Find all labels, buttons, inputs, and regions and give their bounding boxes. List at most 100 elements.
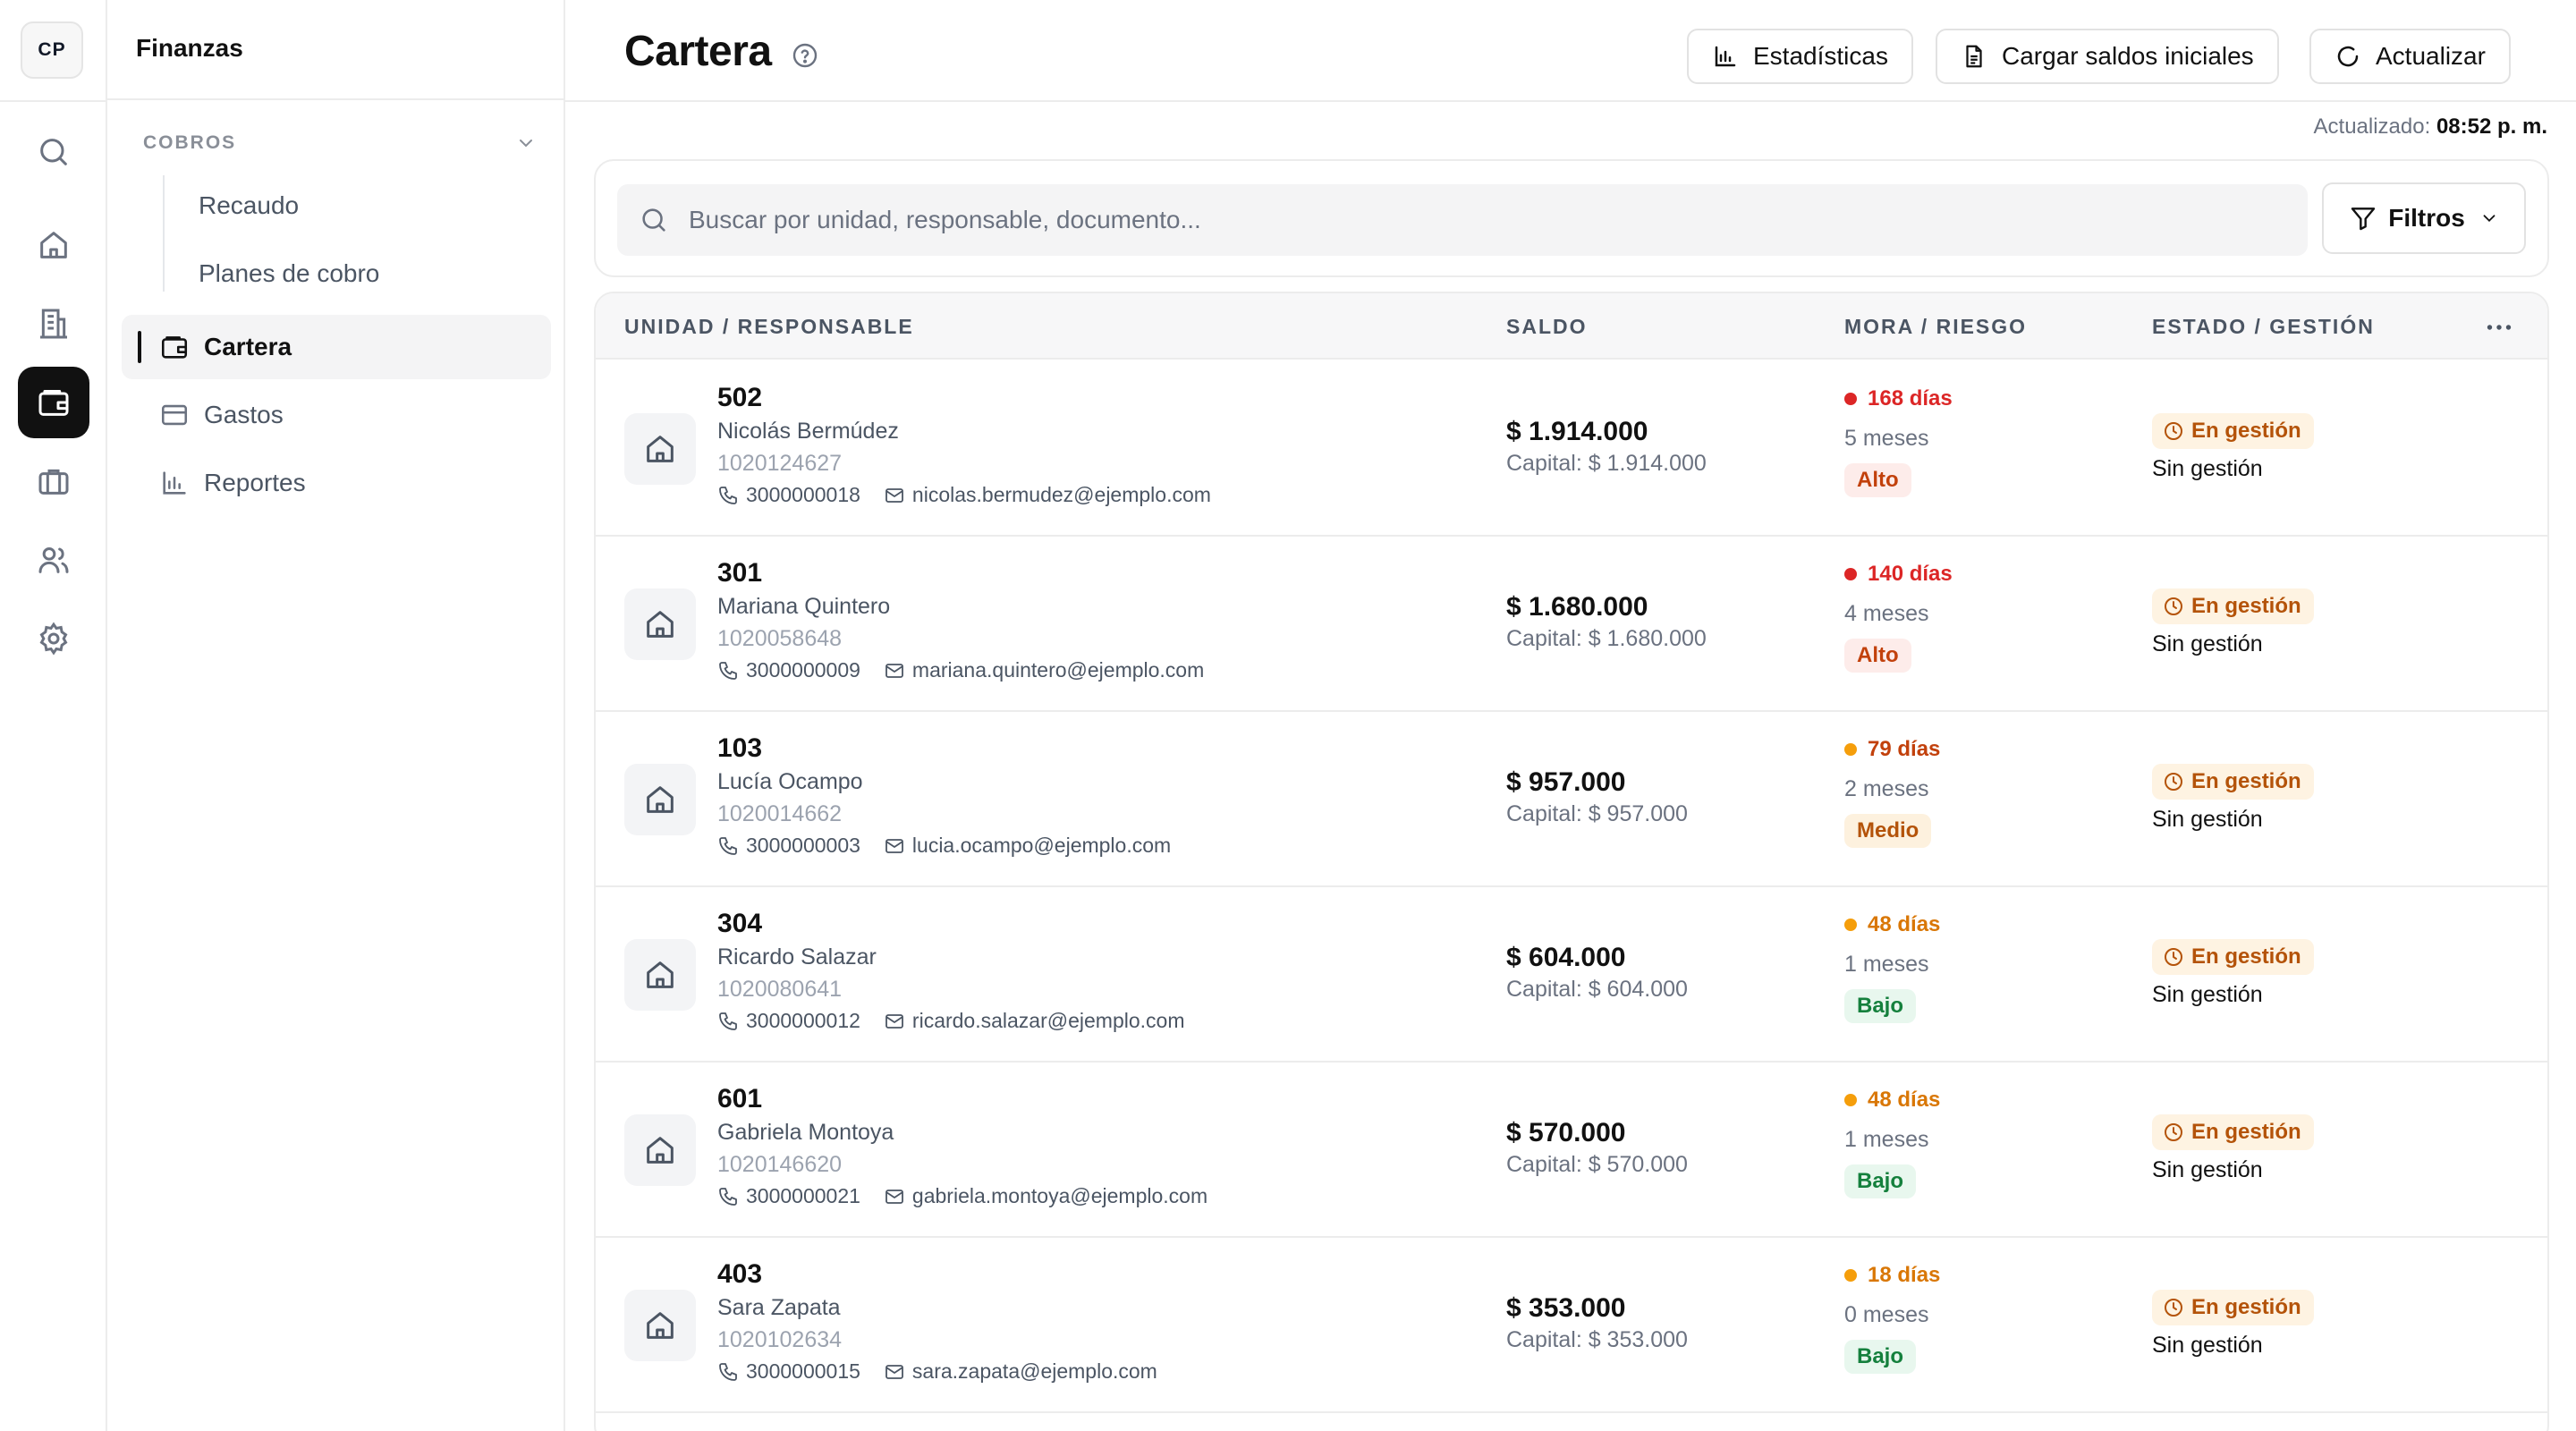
risk-dot bbox=[1844, 919, 1857, 931]
mail-icon bbox=[886, 1364, 903, 1379]
email-address[interactable]: sara.zapata@ejemplo.com bbox=[912, 1359, 1157, 1384]
table-row[interactable]: 403 Sara Zapata 1020102634 3000000015 sa… bbox=[596, 1238, 2547, 1413]
unit-avatar bbox=[624, 588, 696, 660]
search-input[interactable] bbox=[689, 206, 2209, 234]
days-overdue-text: 48 días bbox=[1868, 1088, 1941, 1112]
months-overdue: 1 meses bbox=[1844, 952, 1929, 977]
phone-number[interactable]: 3000000012 bbox=[746, 1009, 860, 1033]
submenu-item-label: Reportes bbox=[204, 469, 306, 496]
risk-dot bbox=[1844, 743, 1857, 756]
submenu-item-recaudo[interactable]: Recaudo bbox=[199, 191, 299, 220]
column-estado[interactable]: ESTADO / GESTIÓN bbox=[2152, 315, 2375, 339]
management-text: Sin gestión bbox=[2152, 982, 2263, 1007]
phone-number[interactable]: 3000000003 bbox=[746, 834, 860, 858]
wallet-icon bbox=[38, 390, 69, 416]
contact-info: 3000000003 lucia.ocampo@ejemplo.com bbox=[717, 834, 1171, 858]
submenu-item-planes-de-cobro[interactable]: Planes de cobro bbox=[199, 259, 379, 288]
rail-building-button[interactable] bbox=[18, 288, 89, 360]
unit-number: 502 bbox=[717, 383, 763, 412]
submenu-item-gastos[interactable]: Gastos bbox=[122, 383, 551, 447]
stats-button-label: Estadísticas bbox=[1753, 42, 1888, 70]
risk-badge: Bajo bbox=[1844, 1164, 1917, 1198]
users-icon bbox=[38, 547, 69, 573]
table-row[interactable]: 502 Nicolás Bermúdez 1020124627 30000000… bbox=[596, 361, 2547, 537]
search-icon bbox=[642, 208, 665, 232]
status-text: En gestión bbox=[2191, 1120, 2301, 1144]
load-button-label: Cargar saldos iniciales bbox=[2002, 42, 2254, 70]
credit-card-icon bbox=[161, 404, 188, 426]
group-cobros-toggle[interactable]: COBROS bbox=[143, 127, 537, 159]
home-icon bbox=[647, 611, 674, 638]
responsible-name: Mariana Quintero bbox=[717, 594, 891, 619]
column-unidad[interactable]: UNIDAD / RESPONSABLE bbox=[624, 315, 914, 339]
mail-icon bbox=[886, 838, 903, 853]
days-overdue-text: 140 días bbox=[1868, 562, 1953, 586]
unit-avatar bbox=[624, 764, 696, 835]
rail-settings-button[interactable] bbox=[18, 603, 89, 674]
email-address[interactable]: mariana.quintero@ejemplo.com bbox=[912, 658, 1204, 682]
submenu-item-reportes[interactable]: Reportes bbox=[122, 451, 551, 515]
stats-button[interactable]: Estadísticas bbox=[1687, 29, 1913, 84]
clock-icon bbox=[2165, 597, 2182, 615]
refresh-button-label: Actualizar bbox=[2376, 42, 2486, 70]
table-header: UNIDAD / RESPONSABLE SALDO MORA / RIESGO… bbox=[596, 293, 2547, 360]
rail-users-button[interactable] bbox=[18, 524, 89, 596]
wallet-icon bbox=[161, 336, 188, 359]
days-overdue-text: 168 días bbox=[1868, 386, 1953, 411]
status-badge: En gestión bbox=[2152, 413, 2314, 449]
status-badge: En gestión bbox=[2152, 939, 2314, 975]
capital-amount: Capital: $ 1.680.000 bbox=[1506, 626, 1707, 651]
home-icon bbox=[647, 1312, 674, 1339]
app-logo[interactable]: CP bbox=[21, 21, 83, 79]
search-box bbox=[617, 184, 2308, 256]
phone-number[interactable]: 3000000015 bbox=[746, 1359, 860, 1384]
days-overdue: 140 días bbox=[1844, 562, 1953, 587]
email-address[interactable]: gabriela.montoya@ejemplo.com bbox=[912, 1184, 1208, 1208]
table-row[interactable]: 301 Mariana Quintero 1020058648 30000000… bbox=[596, 537, 2547, 712]
phone-number[interactable]: 3000000009 bbox=[746, 658, 860, 682]
contact-info: 3000000015 sara.zapata@ejemplo.com bbox=[717, 1359, 1157, 1384]
submenu-item-cartera[interactable]: Cartera bbox=[122, 315, 551, 379]
home-icon bbox=[647, 961, 674, 988]
risk-dot bbox=[1844, 393, 1857, 405]
help-circle-icon[interactable] bbox=[791, 41, 819, 70]
rail-briefcase-button[interactable] bbox=[18, 445, 89, 517]
unit-number: 301 bbox=[717, 558, 763, 588]
active-indicator bbox=[138, 331, 141, 363]
rail-home-button[interactable] bbox=[18, 209, 89, 281]
risk-badge: Bajo bbox=[1844, 989, 1917, 1023]
contact-info: 3000000012 ricardo.salazar@ejemplo.com bbox=[717, 1009, 1185, 1033]
column-saldo[interactable]: SALDO bbox=[1506, 315, 1588, 339]
more-horizontal-icon[interactable] bbox=[2483, 311, 2515, 343]
table-row[interactable]: 103 Lucía Ocampo 1020014662 3000000003 l… bbox=[596, 712, 2547, 887]
filters-button[interactable]: Filtros bbox=[2322, 182, 2526, 254]
capital-amount: Capital: $ 604.000 bbox=[1506, 977, 1688, 1002]
rail-search-button[interactable] bbox=[18, 116, 89, 188]
mail-icon bbox=[886, 1013, 903, 1029]
table-row[interactable]: 601 Gabriela Montoya 1020146620 30000000… bbox=[596, 1063, 2547, 1238]
clock-icon bbox=[2165, 1299, 2182, 1317]
email-address[interactable]: nicolas.bermudez@ejemplo.com bbox=[912, 483, 1211, 507]
document-number: 1020014662 bbox=[717, 801, 843, 826]
home-icon bbox=[647, 786, 674, 813]
phone-number[interactable]: 3000000018 bbox=[746, 483, 860, 507]
updated-label: Actualizado: bbox=[2313, 114, 2431, 139]
email-address[interactable]: lucia.ocampo@ejemplo.com bbox=[912, 834, 1171, 858]
load-initial-balances-button[interactable]: Cargar saldos iniciales bbox=[1936, 29, 2279, 84]
phone-number[interactable]: 3000000021 bbox=[746, 1184, 860, 1208]
page-title: Cartera bbox=[624, 28, 772, 75]
management-text: Sin gestión bbox=[2152, 807, 2263, 832]
column-mora[interactable]: MORA / RIESGO bbox=[1844, 315, 2027, 339]
table-row[interactable]: 304 Ricardo Salazar 1020080641 300000001… bbox=[596, 887, 2547, 1063]
search-card: Filtros bbox=[594, 159, 2549, 277]
submenu-panel: Finanzas COBROS Recaudo Planes de cobro … bbox=[107, 0, 565, 1431]
email-address[interactable]: ricardo.salazar@ejemplo.com bbox=[912, 1009, 1185, 1033]
submenu-item-label: Gastos bbox=[204, 401, 284, 428]
risk-badge: Bajo bbox=[1844, 1340, 1917, 1374]
refresh-button[interactable]: Actualizar bbox=[2309, 29, 2511, 84]
days-overdue: 79 días bbox=[1844, 737, 1940, 762]
responsible-name: Gabriela Montoya bbox=[717, 1120, 894, 1145]
days-overdue-text: 79 días bbox=[1868, 737, 1941, 761]
briefcase-icon bbox=[38, 469, 69, 495]
rail-finanzas-button[interactable] bbox=[18, 367, 89, 438]
